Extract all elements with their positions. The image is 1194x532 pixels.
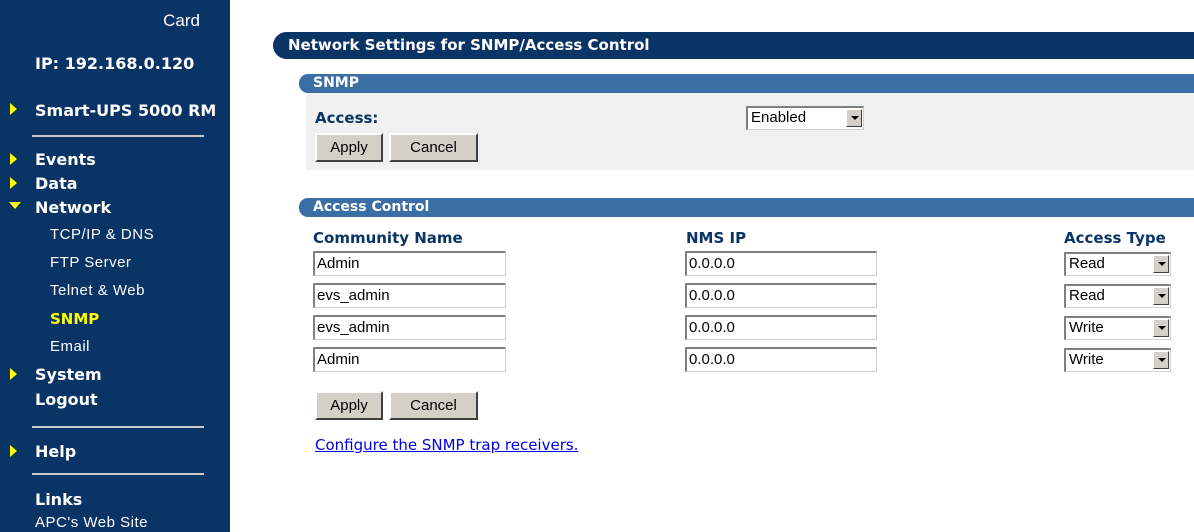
nav-telnet-web[interactable]: Telnet & Web [50, 282, 145, 299]
nms-ip-input[interactable]: 0.0.0.0 [685, 251, 877, 276]
trap-receivers-link[interactable]: Configure the SNMP trap receivers. [315, 436, 578, 454]
nav-help[interactable]: Help [35, 442, 76, 461]
snmp-apply-button[interactable]: Apply [315, 133, 383, 162]
device-link[interactable]: Smart-UPS 5000 RM [35, 101, 216, 120]
chevron-down-icon[interactable] [1153, 351, 1169, 369]
column-header-nms-ip: NMS IP [686, 229, 747, 247]
access-apply-button[interactable]: Apply [315, 391, 383, 420]
column-header-community: Community Name [313, 229, 463, 247]
divider [32, 135, 204, 137]
nav-logout[interactable]: Logout [35, 390, 98, 409]
access-cancel-button[interactable]: Cancel [389, 391, 478, 420]
system-arrow-icon [10, 368, 17, 380]
access-label: Access: [315, 109, 379, 127]
nav-ftp-server[interactable]: FTP Server [50, 254, 131, 271]
community-name-input[interactable]: evs_admin [313, 315, 506, 340]
page-title: Network Settings for SNMP/Access Control [273, 32, 1194, 59]
nav-system[interactable]: System [35, 365, 102, 384]
help-arrow-icon [10, 445, 17, 457]
access-type-select[interactable]: Write [1064, 316, 1171, 340]
access-select[interactable]: Enabled [746, 106, 864, 130]
community-name-input[interactable]: Admin [313, 347, 506, 372]
divider [32, 426, 204, 428]
access-type-value: Read [1069, 255, 1105, 272]
nav-events[interactable]: Events [35, 150, 96, 169]
nav-tcpip-dns[interactable]: TCP/IP & DNS [50, 226, 154, 243]
nms-ip-input[interactable]: 0.0.0.0 [685, 347, 877, 372]
nav-email[interactable]: Email [50, 338, 90, 355]
column-header-access-type: Access Type [1064, 229, 1166, 247]
access-type-select[interactable]: Read [1064, 284, 1171, 308]
nav-apc-website[interactable]: APC's Web Site [35, 514, 148, 531]
access-type-select[interactable]: Read [1064, 252, 1171, 276]
nav-data[interactable]: Data [35, 174, 78, 193]
community-name-input[interactable]: Admin [313, 251, 506, 276]
ip-address: IP: 192.168.0.120 [35, 54, 195, 73]
access-type-value: Write [1069, 351, 1104, 368]
nms-ip-input[interactable]: 0.0.0.0 [685, 283, 877, 308]
card-title: Card [163, 11, 200, 30]
nav-links-heading: Links [35, 490, 83, 509]
chevron-down-icon[interactable] [846, 109, 862, 127]
access-type-select[interactable]: Write [1064, 348, 1171, 372]
access-select-value: Enabled [751, 109, 807, 126]
access-control-section-header: Access Control [299, 198, 1194, 217]
events-arrow-icon [10, 153, 17, 165]
snmp-section-header: SNMP [299, 74, 1194, 93]
nav-snmp[interactable]: SNMP [50, 310, 99, 328]
device-arrow-icon [10, 103, 17, 115]
nav-network[interactable]: Network [35, 198, 111, 217]
community-name-input[interactable]: evs_admin [313, 283, 506, 308]
sidebar: Card IP: 192.168.0.120 Smart-UPS 5000 RM… [0, 0, 230, 532]
data-arrow-icon [10, 177, 17, 189]
chevron-down-icon[interactable] [1153, 255, 1169, 273]
access-type-value: Write [1069, 319, 1104, 336]
nms-ip-input[interactable]: 0.0.0.0 [685, 315, 877, 340]
access-type-value: Read [1069, 287, 1105, 304]
chevron-down-icon[interactable] [1153, 319, 1169, 337]
chevron-down-icon[interactable] [1153, 287, 1169, 305]
snmp-cancel-button[interactable]: Cancel [389, 133, 478, 162]
network-expanded-arrow-icon [9, 202, 21, 209]
divider [32, 473, 204, 475]
